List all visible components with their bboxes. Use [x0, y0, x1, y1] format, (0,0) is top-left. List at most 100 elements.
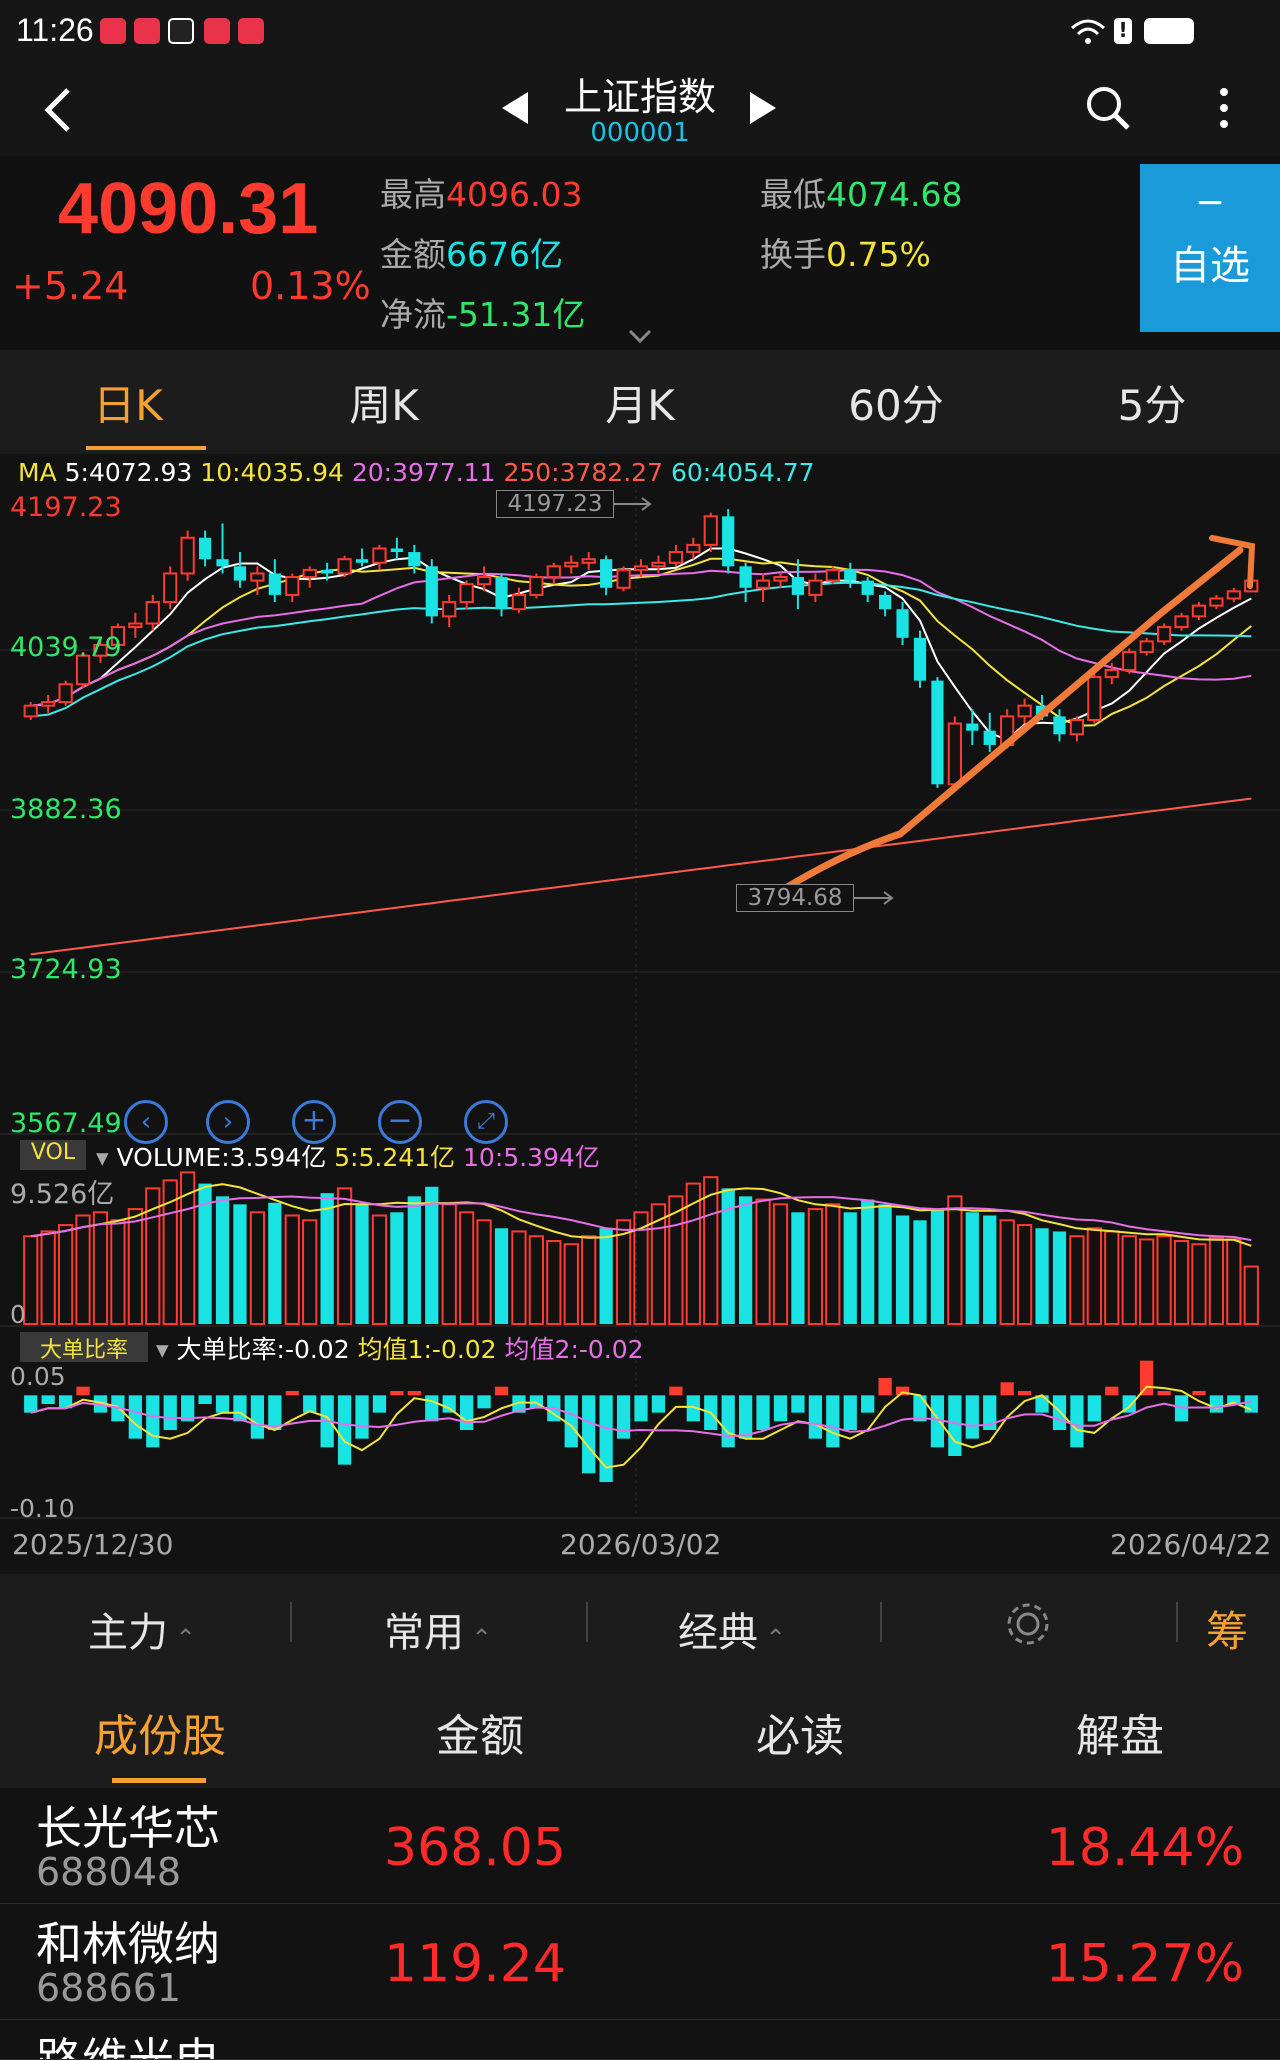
volume-bar	[1156, 1235, 1172, 1325]
candle-body	[216, 559, 229, 567]
tab-60min[interactable]: 60分	[768, 372, 1024, 433]
ratio-indicator-tag[interactable]: 大单比率	[20, 1332, 148, 1363]
expand-chevron-icon[interactable]	[628, 328, 652, 344]
candle-body	[355, 559, 369, 563]
volume-bar	[1121, 1235, 1137, 1325]
vol-indicator-tag[interactable]: VOL	[20, 1140, 86, 1170]
ratio-bar	[24, 1395, 38, 1413]
candle-body	[23, 704, 38, 718]
ratio-legend: ▾ 大单比率:-0.02 均值1:-0.02 均值2:-0.02	[156, 1335, 644, 1364]
candle-body	[616, 568, 631, 589]
list-item[interactable]: 长光华芯 688048 368.05 18.44%	[0, 1788, 1280, 1904]
candle-body	[198, 537, 212, 560]
axis-label-4: 3724.93	[10, 954, 122, 985]
volume-bar	[494, 1228, 509, 1324]
tab-analysis[interactable]: 解盘	[960, 1700, 1280, 1764]
volume-bar	[843, 1212, 857, 1324]
kline-chart-area[interactable]: MA 5:4072.93 10:4035.94 20:3977.11 250:3…	[0, 454, 1280, 1574]
tab-daily-k[interactable]: 日K	[0, 372, 256, 433]
constituent-tabs: 成份股 金额 必读 解盘	[0, 1678, 1280, 1788]
candle-body	[633, 565, 649, 571]
ratio-bar	[756, 1395, 770, 1430]
volume-bar	[355, 1204, 369, 1324]
max-price-arrow	[614, 497, 652, 511]
candle-body	[668, 551, 683, 564]
volume-bar	[371, 1214, 388, 1325]
status-time: 11:26	[16, 12, 94, 48]
stock-amount: 368.05	[384, 1818, 566, 1878]
candle-body	[529, 576, 544, 596]
next-index-icon[interactable]	[748, 90, 778, 126]
ratio-bar	[146, 1395, 160, 1448]
tab-constituents[interactable]: 成份股	[0, 1700, 320, 1764]
tab-must-read[interactable]: 必读	[640, 1700, 960, 1764]
ratio-bar	[669, 1386, 683, 1396]
ratio-bar	[738, 1395, 753, 1439]
prev-index-icon[interactable]	[500, 90, 530, 126]
chip-button[interactable]: 筹	[1206, 1598, 1248, 1659]
volume-bar	[215, 1196, 230, 1324]
candle-body	[581, 558, 596, 564]
tab-5min[interactable]: 5分	[1024, 372, 1280, 433]
ratio-bar	[477, 1395, 491, 1409]
back-icon[interactable]	[40, 86, 74, 134]
max-price-tag: 4197.23	[496, 490, 614, 518]
ratio-bar	[721, 1395, 735, 1448]
classic-button[interactable]: 经典 ⌃	[678, 1600, 786, 1658]
candlestick-chart[interactable]	[0, 454, 1280, 1574]
volume-bar	[110, 1219, 126, 1326]
ratio-bar	[163, 1395, 177, 1430]
ratio-bar	[582, 1395, 596, 1474]
date-mid: 2026/03/02	[560, 1528, 722, 1561]
more-icon[interactable]	[1212, 86, 1236, 132]
volume-bar	[1226, 1238, 1242, 1326]
ratio-bar	[425, 1395, 439, 1422]
list-item[interactable]: 和林微纳 688661 119.24 15.27%	[0, 1904, 1280, 2020]
candle-body	[163, 572, 178, 604]
ratio-bar	[861, 1395, 875, 1413]
volume-bar	[913, 1220, 927, 1324]
candle-body	[390, 548, 403, 553]
app-notification-icon	[100, 18, 126, 44]
candle-body	[1174, 615, 1189, 629]
common-button[interactable]: 常用 ⌃	[384, 1600, 492, 1658]
settings-gear-icon[interactable]	[1004, 1600, 1052, 1648]
volume-bar	[459, 1211, 475, 1325]
volume-bar	[807, 1208, 823, 1326]
volume-bar	[878, 1204, 892, 1324]
volume-bar	[1191, 1243, 1207, 1325]
stock-code: 688661	[36, 1966, 182, 2010]
candle-body	[511, 593, 527, 611]
search-icon[interactable]	[1084, 84, 1132, 134]
candle-body	[1226, 590, 1241, 600]
volume-bar	[75, 1214, 91, 1325]
candle-body	[476, 576, 492, 586]
ratio-bottom-label: -0.10	[10, 1494, 75, 1523]
candle-body	[1122, 651, 1137, 671]
candle-body	[651, 561, 666, 568]
shop-app-icon	[204, 18, 230, 44]
ratio-bar	[948, 1395, 962, 1456]
volume-bar	[861, 1199, 875, 1324]
candle-body	[755, 579, 771, 589]
main-force-button[interactable]: 主力 ⌃	[88, 1600, 196, 1658]
volume-bar	[1069, 1235, 1085, 1325]
divider	[1176, 1602, 1178, 1642]
add-watchlist-button[interactable]: − 自选	[1140, 164, 1280, 332]
ratio-bar	[773, 1395, 788, 1422]
ratio-bar	[494, 1386, 509, 1396]
tab-weekly-k[interactable]: 周K	[256, 372, 512, 433]
battery-icon	[1144, 18, 1194, 44]
volume-bar	[563, 1243, 579, 1325]
volume-bar	[284, 1214, 300, 1325]
candle-body	[791, 577, 805, 595]
ratio-top-label: 0.05	[10, 1362, 66, 1391]
tab-amount[interactable]: 金额	[320, 1700, 640, 1764]
ratio-bar	[1192, 1391, 1206, 1396]
list-item[interactable]: 路维光电	[0, 2020, 1280, 2060]
candle-body	[180, 536, 195, 575]
price-change-pct: 0.13%	[250, 264, 371, 308]
ratio-bar	[826, 1395, 840, 1448]
ratio-bar	[41, 1395, 55, 1404]
tab-monthly-k[interactable]: 月K	[512, 372, 768, 433]
